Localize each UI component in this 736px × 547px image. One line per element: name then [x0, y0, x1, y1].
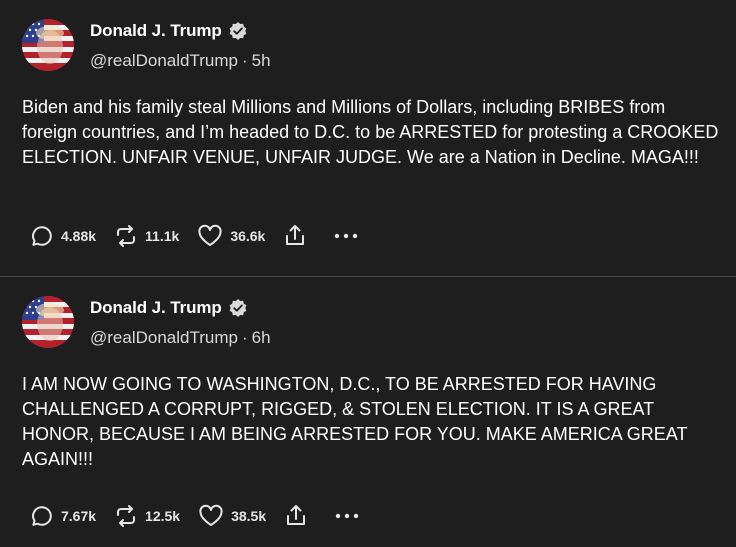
- like-count: 36.6k: [230, 228, 266, 244]
- separator: ·: [241, 328, 248, 347]
- repost-count: 12.5k: [145, 508, 181, 524]
- like-button[interactable]: 36.6k: [197, 224, 265, 248]
- like-count: 38.5k: [231, 508, 267, 524]
- post-feed: Donald J. Trump @realDonaldTrump · 5h Bide…: [0, 0, 736, 547]
- reply-count: 4.88k: [61, 228, 97, 244]
- post-text: I AM NOW GOING TO WASHINGTON, D.C., TO B…: [22, 374, 688, 469]
- avatar-image: [22, 296, 74, 348]
- post[interactable]: Donald J. Trump @realDonaldTrump · 6h I AM…: [0, 277, 736, 547]
- post-time[interactable]: 6h: [252, 328, 271, 347]
- verified-badge-icon: [228, 21, 248, 41]
- avatar[interactable]: [22, 296, 74, 348]
- reply-button[interactable]: 7.67k: [30, 504, 96, 528]
- more-icon: [335, 233, 358, 239]
- post-time[interactable]: 5h: [252, 51, 271, 70]
- reply-button[interactable]: 4.88k: [30, 224, 96, 248]
- author-handle[interactable]: @realDonaldTrump: [90, 328, 238, 347]
- repost-icon: [117, 225, 136, 247]
- author-name[interactable]: Donald J. Trump: [90, 298, 222, 318]
- repost-count: 11.1k: [145, 228, 180, 244]
- reply-icon: [32, 226, 52, 246]
- like-button[interactable]: 38.5k: [198, 504, 266, 528]
- more-options-button[interactable]: [333, 231, 359, 241]
- reply-count: 7.67k: [61, 508, 97, 524]
- post-text: Biden and his family steal Millions and …: [22, 97, 719, 167]
- post-actions: 7.67k 12.5k 38.5k: [30, 502, 378, 530]
- more-options-button[interactable]: [334, 511, 360, 521]
- like-icon: [198, 224, 222, 246]
- avatar[interactable]: [22, 19, 74, 71]
- repost-button[interactable]: 12.5k: [114, 504, 180, 528]
- handle-row: @realDonaldTrump · 5h: [90, 51, 271, 71]
- repost-icon: [117, 505, 136, 527]
- avatar-image: [22, 19, 74, 71]
- post-actions: 4.88k 11.1k 36.6k: [30, 222, 377, 250]
- author-handle[interactable]: @realDonaldTrump: [90, 51, 238, 70]
- share-icon: [287, 505, 306, 525]
- author-name[interactable]: Donald J. Trump: [90, 21, 222, 41]
- author-row: Donald J. Trump: [90, 298, 248, 318]
- handle-row: @realDonaldTrump · 6h: [90, 328, 271, 348]
- verified-badge-icon: [228, 298, 248, 318]
- separator: ·: [241, 51, 248, 70]
- post[interactable]: Donald J. Trump @realDonaldTrump · 5h Bide…: [0, 0, 736, 276]
- reply-icon: [32, 506, 52, 526]
- like-icon: [199, 504, 223, 526]
- share-button[interactable]: [283, 223, 307, 249]
- share-button[interactable]: [284, 503, 308, 529]
- author-row: Donald J. Trump: [90, 21, 248, 41]
- repost-button[interactable]: 11.1k: [114, 224, 179, 248]
- more-icon: [335, 513, 359, 519]
- share-icon: [286, 225, 305, 245]
